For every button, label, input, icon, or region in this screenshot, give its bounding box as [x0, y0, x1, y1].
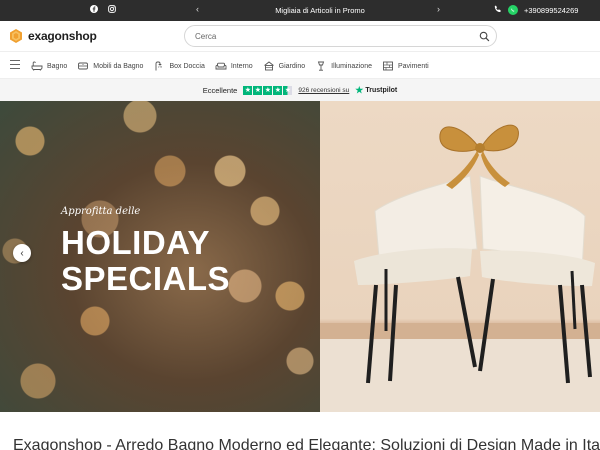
rating-stars: ★ ★ ★ ★ ★: [243, 85, 293, 95]
contact-info: +390899524269: [494, 5, 578, 15]
trustpilot-brand: Trustpilot: [365, 86, 398, 94]
reviews-link[interactable]: 926 recensioni su: [298, 87, 349, 94]
nav-item-interno[interactable]: Interno: [215, 61, 253, 71]
site-header: exagonshop: [0, 21, 600, 51]
nav-item-label: Pavimenti: [397, 62, 429, 70]
main-navigation: Bagno Mobili da Bagno Box Doccia Interno…: [0, 51, 600, 79]
trustpilot-logo: ★ Trustpilot: [355, 85, 397, 96]
whatsapp-icon[interactable]: [508, 5, 518, 15]
trustpilot-star-icon: ★: [355, 84, 364, 95]
instagram-icon[interactable]: [107, 4, 117, 14]
nav-item-box-doccia[interactable]: Box Doccia: [153, 61, 205, 71]
shower-icon: [156, 61, 163, 71]
nav-item-label: Mobili da Bagno: [93, 62, 144, 70]
star-icon: ★: [273, 85, 283, 95]
promo-next-arrow[interactable]: ›: [437, 4, 440, 14]
garden-icon: [263, 61, 274, 71]
floor-icon: [383, 61, 393, 71]
nav-item-label: Illuminazione: [331, 62, 372, 70]
site-logo[interactable]: exagonshop: [8, 28, 97, 44]
nav-item-bagno[interactable]: Bagno: [31, 61, 67, 71]
promo-text[interactable]: Migliaia di Articoli in Promo: [240, 6, 400, 15]
nav-item-label: Box Doccia: [169, 62, 205, 70]
lamp-icon: [318, 61, 325, 71]
nav-item-mobili-da-bagno[interactable]: Mobili da Bagno: [77, 61, 143, 71]
phone-icon[interactable]: [494, 5, 502, 15]
star-icon: ★: [253, 85, 263, 95]
sofa-icon: [215, 62, 227, 70]
hero-headline-line2: SPECIALS: [61, 260, 231, 297]
nav-item-label: Bagno: [47, 62, 68, 70]
nav-item-giardino[interactable]: Giardino: [263, 61, 305, 71]
facebook-icon[interactable]: [89, 4, 99, 14]
search-bar: [184, 25, 497, 47]
hero-banner[interactable]: Approfitta delle HOLIDAY SPECIALS ‹: [0, 101, 600, 412]
menu-icon[interactable]: [10, 60, 20, 69]
hero-script-text: Approfitta delle: [61, 206, 141, 217]
bathtub-icon: [31, 61, 43, 71]
carousel-prev-button[interactable]: ‹: [13, 244, 31, 262]
page-title: Exagonshop - Arredo Bagno Moderno ed Ele…: [13, 437, 600, 450]
social-links: [89, 4, 117, 14]
nav-item-label: Interno: [230, 62, 253, 70]
rating-label: Eccellente: [202, 85, 238, 95]
hero-headline-line1: HOLIDAY: [61, 224, 210, 261]
chairs-with-bow-image: [320, 124, 600, 412]
nav-item-illuminazione[interactable]: Illuminazione: [315, 61, 372, 71]
trustpilot-widget[interactable]: Eccellente ★ ★ ★ ★ ★ 926 recensioni su ★…: [0, 79, 600, 101]
nav-item-label: Giardino: [278, 62, 306, 70]
star-half-icon: ★: [283, 85, 293, 95]
search-icon[interactable]: [479, 31, 490, 42]
nav-items: Bagno Mobili da Bagno Box Doccia Interno…: [31, 52, 429, 80]
nav-item-pavimenti[interactable]: Pavimenti: [382, 61, 429, 71]
logo-text: exagonshop: [28, 29, 97, 43]
hero-headline: HOLIDAY SPECIALS: [61, 225, 230, 297]
promo-prev-arrow[interactable]: ‹: [196, 4, 199, 14]
phone-number[interactable]: +390899524269: [524, 6, 578, 15]
logo-hexagon-icon: [10, 29, 22, 43]
announcement-bar: ‹ Migliaia di Articoli in Promo › +39089…: [0, 0, 600, 21]
star-icon: ★: [243, 85, 253, 95]
cabinet-icon: [78, 62, 89, 70]
star-icon: ★: [263, 85, 273, 95]
search-input[interactable]: [195, 30, 465, 43]
